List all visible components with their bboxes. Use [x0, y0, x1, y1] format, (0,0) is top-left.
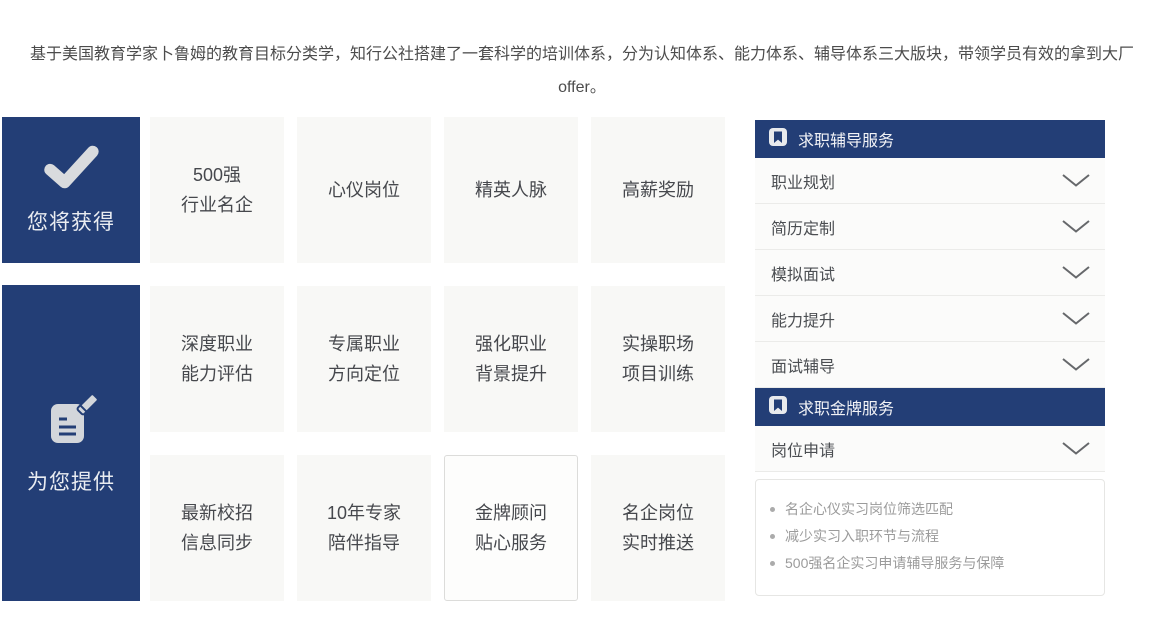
bullet-item: 500强名企实习申请辅导服务与保障	[770, 550, 1104, 577]
card-job-push: 名企岗位 实时推送	[591, 455, 725, 601]
chevron-down-icon	[1061, 357, 1091, 372]
chevron-down-icon	[1061, 441, 1091, 456]
chevron-down-icon	[1061, 219, 1091, 234]
we-provide-panel: 为您提供	[2, 285, 140, 601]
card-background-boost: 强化职业 背景提升	[444, 286, 578, 432]
rail-gain-label: 您将获得	[27, 206, 115, 236]
intro-line-1: 基于美国教育学家卜鲁姆的教育目标分类学，知行公社搭建了一套科学的培训体系，分为认…	[30, 46, 1134, 63]
accordion-item-ability-improvement[interactable]: 能力提升	[755, 296, 1105, 342]
edit-note-icon	[42, 391, 100, 454]
gold-services-title: 求职金牌服务	[798, 395, 894, 419]
rail-provide-label: 为您提供	[27, 466, 115, 496]
card-ability-assessment: 深度职业 能力评估	[150, 286, 284, 432]
book-bookmark-icon	[768, 395, 788, 420]
card-campus-recruit-info: 最新校招 信息同步	[150, 455, 284, 601]
accordion-item-mock-interview[interactable]: 模拟面试	[755, 250, 1105, 296]
chevron-down-icon	[1061, 311, 1091, 326]
chevron-down-icon	[1061, 265, 1091, 280]
card-career-direction: 专属职业 方向定位	[297, 286, 431, 432]
services-panel: 求职辅导服务 职业规划 简历定制 模拟面试 能力提升	[755, 120, 1105, 596]
bullet-item: 减少实习入职环节与流程	[770, 523, 1104, 550]
accordion-item-career-planning[interactable]: 职业规划	[755, 158, 1105, 204]
bullet-dot	[770, 561, 775, 566]
you-will-gain-panel: 您将获得	[2, 117, 140, 263]
gold-services-bullet-box: 名企心仪实习岗位筛选匹配 减少实习入职环节与流程 500强名企实习申请辅导服务与…	[755, 479, 1105, 596]
bullet-dot	[770, 534, 775, 539]
coaching-services-title: 求职辅导服务	[798, 127, 894, 151]
check-icon	[42, 145, 100, 194]
gold-services-header: 求职金牌服务	[755, 388, 1105, 426]
book-bookmark-icon	[768, 127, 788, 152]
card-expert-guidance: 10年专家 陪伴指导	[297, 455, 431, 601]
card-gold-consultant: 金牌顾问 贴心服务	[444, 455, 578, 601]
card-high-salary: 高薪奖励	[591, 117, 725, 263]
chevron-down-icon	[1061, 173, 1091, 188]
card-elite-network: 精英人脉	[444, 117, 578, 263]
coaching-services-header: 求职辅导服务	[755, 120, 1105, 158]
card-fortune500: 500强 行业名企	[150, 117, 284, 263]
accordion-item-job-application[interactable]: 岗位申请	[755, 426, 1105, 472]
accordion-item-resume-customization[interactable]: 简历定制	[755, 204, 1105, 250]
bullet-item: 名企心仪实习岗位筛选匹配	[770, 496, 1104, 523]
left-rail: 您将获得 为您提供	[2, 117, 140, 601]
card-desired-position: 心仪岗位	[297, 117, 431, 263]
accordion-item-interview-coaching[interactable]: 面试辅导	[755, 342, 1105, 388]
intro-line-2: offer。	[558, 79, 606, 96]
bullet-dot	[770, 507, 775, 512]
training-system-section: 基于美国教育学家卜鲁姆的教育目标分类学，知行公社搭建了一套科学的培训体系，分为认…	[0, 0, 1164, 624]
intro-paragraph: 基于美国教育学家卜鲁姆的教育目标分类学，知行公社搭建了一套科学的培训体系，分为认…	[0, 38, 1164, 104]
card-project-training: 实操职场 项目训练	[591, 286, 725, 432]
benefit-cards-grid: 500强 行业名企 心仪岗位 精英人脉 高薪奖励 深度职业 能力评估 专属职业 …	[150, 117, 725, 601]
